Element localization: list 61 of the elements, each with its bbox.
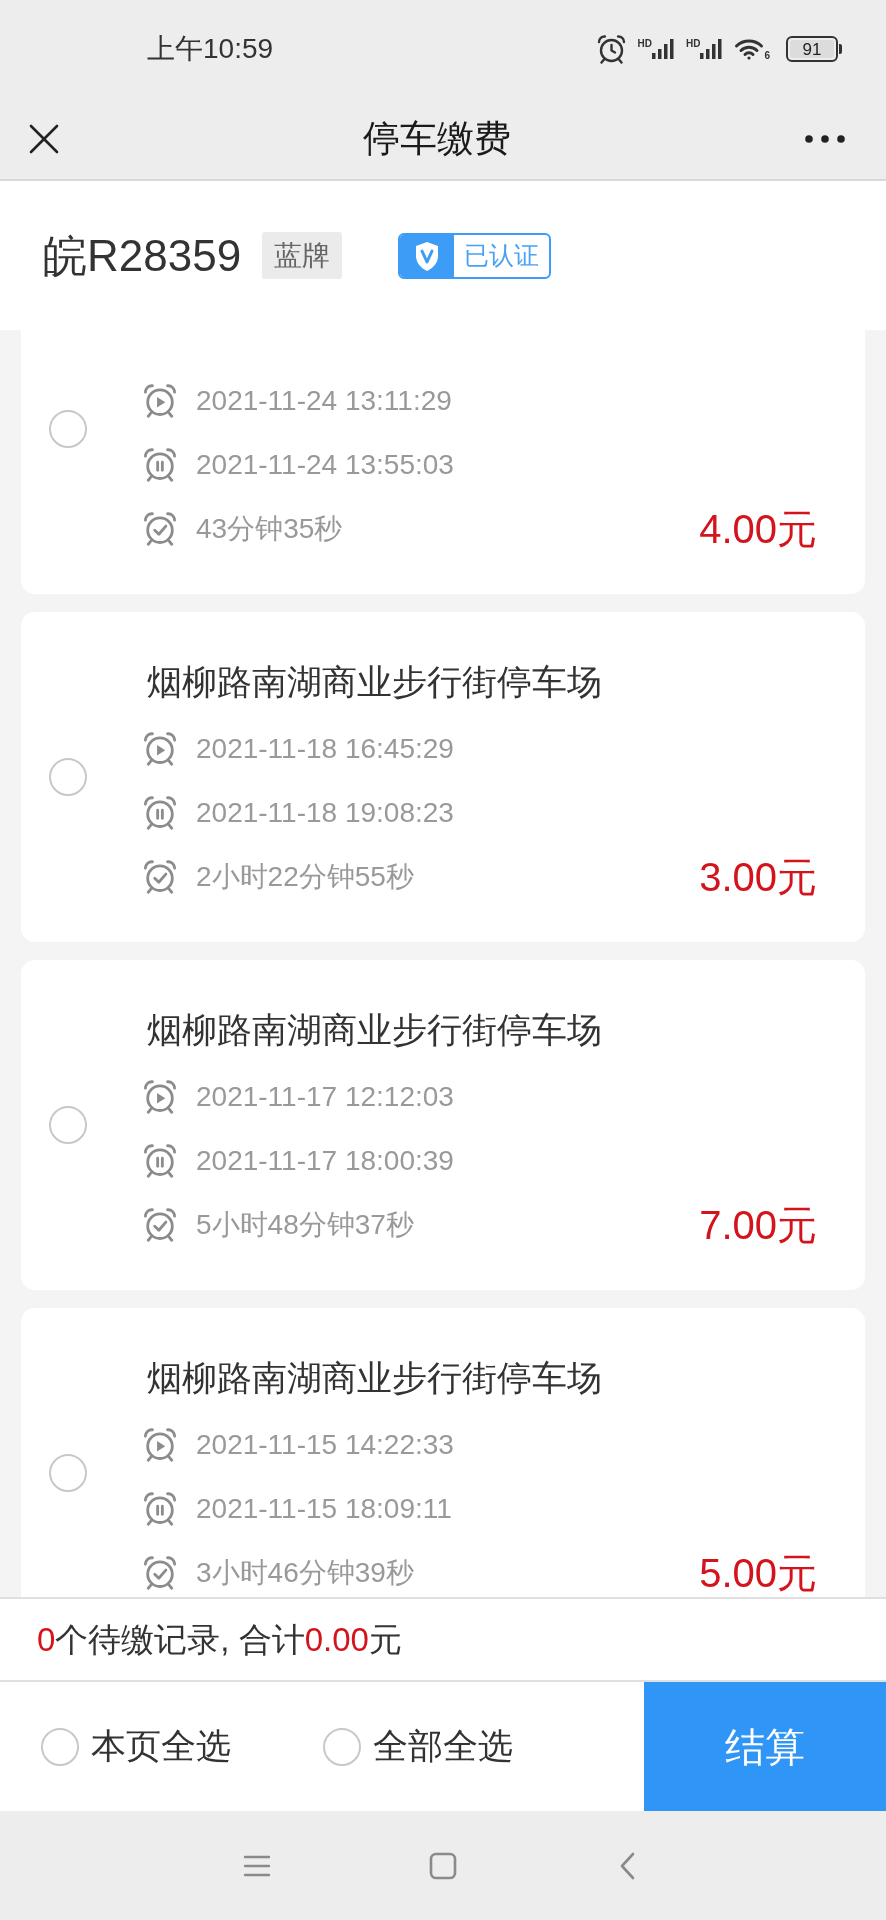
pause-alarm-clock-icon: [143, 796, 177, 830]
radio-button[interactable]: [49, 410, 87, 448]
parking-record-card[interactable]: 2021-11-24 13:11:29 2021-11-24 13:55:03 43分钟35秒 4.00元: [21, 330, 865, 594]
plate-type-tag: 蓝牌: [262, 232, 343, 279]
end-time: 2021-11-17 18:00:39: [196, 1144, 454, 1178]
end-time: 2021-11-15 18:09:11: [196, 1492, 452, 1526]
parking-duration: 43分钟35秒: [196, 512, 343, 546]
parking-duration: 3小时46分钟39秒: [196, 1556, 414, 1590]
signal-bars-icon: [652, 39, 674, 59]
start-time: 2021-11-24 13:11:29: [196, 384, 452, 418]
play-alarm-clock-icon: [143, 384, 177, 418]
verified-text: 已认证: [463, 239, 541, 271]
signal-label: HD: [637, 39, 652, 49]
check-alarm-clock-icon: [143, 860, 177, 894]
end-time: 2021-11-18 19:08:23: [196, 796, 454, 830]
radio-button[interactable]: [49, 1106, 87, 1144]
end-time: 2021-11-24 13:55:03: [196, 448, 454, 482]
parking-lot-name: 烟柳路南湖商业步行街停车场: [147, 1009, 603, 1051]
menu-icon[interactable]: [242, 1853, 272, 1878]
status-time: 上午10:59: [147, 32, 274, 66]
parking-duration: 5小时48分钟37秒: [196, 1208, 414, 1242]
parking-record-card[interactable]: 烟柳路南湖商业步行街停车场 2021-11-18 16:45:29 2021-11-18 19:08:23 2小时22分钟55秒 3.00元: [21, 612, 865, 942]
signal-label: HD: [686, 39, 701, 49]
fee-amount: 7.00元: [699, 1205, 817, 1245]
start-time: 2021-11-15 14:22:33: [196, 1428, 454, 1462]
more-icon[interactable]: [805, 134, 845, 143]
battery-percentage: 91: [802, 40, 822, 58]
check-alarm-clock-icon: [143, 512, 177, 546]
parking-lot-name: 烟柳路南湖商业步行街停车场: [147, 1357, 603, 1399]
wifi-label: 6: [764, 51, 770, 61]
signal-bars-icon: [700, 39, 723, 59]
parking-record-card[interactable]: 烟柳路南湖商业步行街停车场 2021-11-17 12:12:03 2021-11-17 18:00:39 5小时48分钟37秒 7.00元: [21, 960, 865, 1290]
select-page-option[interactable]: 本页全选: [41, 1720, 231, 1773]
pause-alarm-clock-icon: [143, 1144, 177, 1178]
check-alarm-clock-icon: [143, 1208, 177, 1242]
radio-button[interactable]: [49, 758, 87, 796]
fee-amount: 4.00元: [699, 509, 817, 549]
license-plate: 皖R28359: [43, 229, 242, 282]
radio-button[interactable]: [49, 1454, 87, 1492]
play-alarm-clock-icon: [143, 1428, 177, 1462]
radio-button[interactable]: [323, 1727, 361, 1766]
fee-amount: 5.00元: [699, 1553, 817, 1593]
radio-button[interactable]: [41, 1727, 79, 1766]
parking-lot-name: 烟柳路南湖商业步行街停车场: [147, 661, 603, 703]
summary-text: 0个待缴记录, 合计0.00元: [37, 1619, 402, 1660]
wifi-icon: [734, 37, 765, 61]
square-icon[interactable]: [428, 1850, 458, 1881]
parking-duration: 2小时22分钟55秒: [196, 860, 414, 894]
alarm-clock-icon: [596, 34, 626, 64]
pause-alarm-clock-icon: [143, 448, 177, 482]
check-alarm-clock-icon: [143, 1556, 177, 1590]
fee-amount: 3.00元: [699, 857, 817, 897]
play-alarm-clock-icon: [143, 732, 177, 766]
select-all-option[interactable]: 全部全选: [323, 1720, 513, 1773]
pause-alarm-clock-icon: [143, 1492, 177, 1526]
page-title: 停车缴费: [363, 116, 511, 161]
parking-record-card[interactable]: 烟柳路南湖商业步行街停车场 2021-11-15 14:22:33 2021-11-15 18:09:11 3小时46分钟39秒 5.00元: [21, 1308, 865, 1597]
start-time: 2021-11-18 16:45:29: [196, 732, 454, 766]
close-icon[interactable]: [29, 123, 59, 154]
play-alarm-clock-icon: [143, 1080, 177, 1114]
start-time: 2021-11-17 12:12:03: [196, 1080, 454, 1114]
